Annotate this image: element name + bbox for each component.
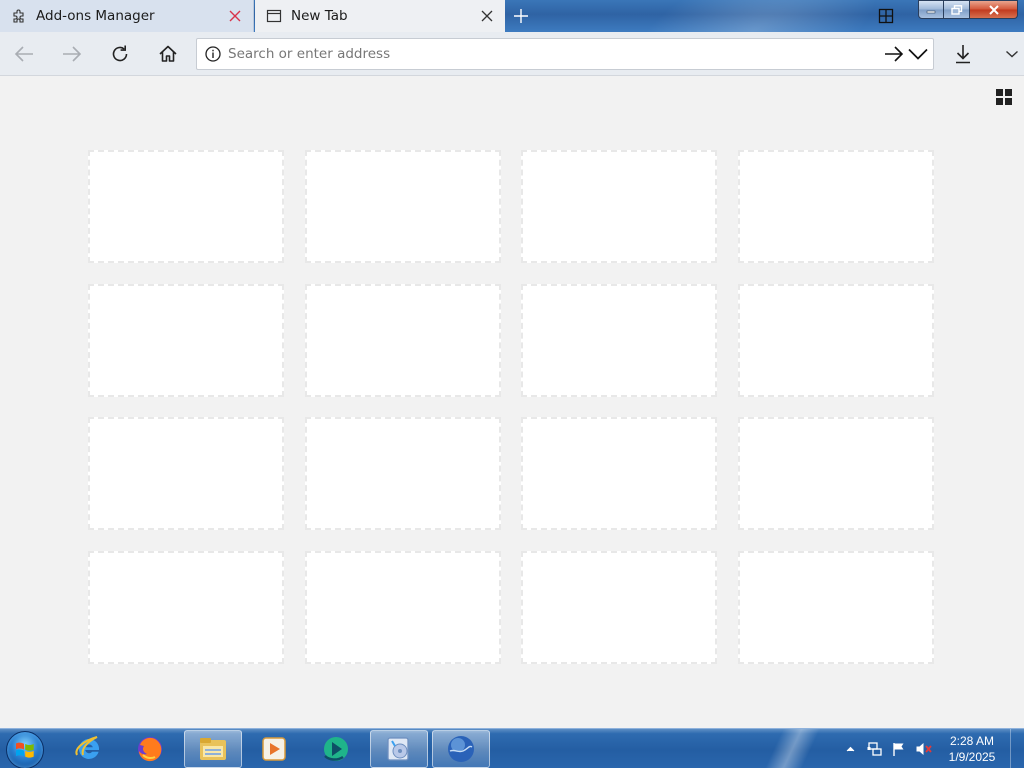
close-window-button[interactable] <box>970 0 1018 19</box>
info-icon[interactable] <box>204 45 222 63</box>
top-site-tile[interactable] <box>521 551 717 664</box>
chevron-down-icon <box>1006 50 1018 58</box>
start-button[interactable] <box>6 731 44 768</box>
media-player-icon <box>262 737 286 761</box>
show-hidden-icons-button[interactable] <box>843 729 857 768</box>
firefox-icon <box>138 737 162 762</box>
taskbar-file-explorer[interactable] <box>184 730 242 768</box>
tab-label: New Tab <box>291 8 348 24</box>
top-site-tile[interactable] <box>88 417 284 530</box>
top-site-tile[interactable] <box>88 150 284 263</box>
top-site-tile[interactable] <box>305 417 501 530</box>
home-icon <box>159 45 177 62</box>
plus-icon <box>514 9 528 23</box>
flag-icon <box>893 743 904 756</box>
taskbar-browser[interactable] <box>432 730 490 768</box>
close-icon[interactable] <box>478 7 496 25</box>
taskbar-internet-explorer[interactable] <box>60 730 118 768</box>
tray-network[interactable] <box>865 729 885 768</box>
page-icon <box>266 8 282 24</box>
top-site-tile[interactable] <box>305 150 501 263</box>
grid-view-toggle-icon[interactable] <box>996 89 1012 105</box>
arrow-right-icon <box>885 46 904 62</box>
internet-explorer-icon <box>75 736 100 759</box>
top-site-tile[interactable] <box>521 417 717 530</box>
forward-button[interactable] <box>58 40 86 68</box>
tab-label: Add-ons Manager <box>36 8 155 24</box>
address-bar[interactable] <box>196 38 934 70</box>
tray-volume[interactable] <box>913 729 935 768</box>
taskbar-media-player[interactable] <box>245 730 303 768</box>
back-button[interactable] <box>10 40 38 68</box>
top-site-tile[interactable] <box>521 150 717 263</box>
top-site-tile[interactable] <box>738 284 934 397</box>
taskbar-green-app[interactable] <box>307 730 365 768</box>
new-tab-button[interactable] <box>510 5 532 27</box>
clock-time: 2:28 AM <box>949 734 995 748</box>
reload-icon <box>112 45 128 62</box>
window-controls <box>918 0 1018 20</box>
navigation-toolbar <box>0 32 1024 76</box>
menu-button[interactable] <box>998 40 1024 68</box>
title-bar: Add-ons Manager New Tab <box>0 0 1024 32</box>
top-site-tile[interactable] <box>521 284 717 397</box>
downloads-button[interactable] <box>949 40 977 68</box>
arrow-left-icon <box>14 46 33 62</box>
chevron-up-icon <box>846 746 854 752</box>
show-desktop-button[interactable] <box>1010 729 1024 768</box>
green-app-icon <box>324 737 348 761</box>
taskbar-media-center[interactable] <box>370 730 428 768</box>
top-site-tile[interactable] <box>305 551 501 664</box>
restore-icon <box>950 4 962 15</box>
tray-action-center[interactable] <box>889 729 909 768</box>
top-site-tile[interactable] <box>88 551 284 664</box>
top-site-tile[interactable] <box>738 417 934 530</box>
history-dropdown-button[interactable] <box>907 41 929 67</box>
top-site-tile[interactable] <box>738 150 934 263</box>
system-clock[interactable]: 2:28 AM 1/9/2025 <box>940 733 1004 765</box>
file-explorer-icon <box>200 738 226 760</box>
browser-globe-icon <box>448 736 474 762</box>
network-icon <box>867 742 882 756</box>
home-button[interactable] <box>154 40 182 68</box>
minimize-icon <box>926 10 936 13</box>
close-icon[interactable] <box>226 7 244 25</box>
grid-icon <box>878 8 894 24</box>
download-icon <box>956 45 970 64</box>
top-site-tile[interactable] <box>305 284 501 397</box>
arrow-right-icon <box>63 46 82 62</box>
tab-addons-manager[interactable]: Add-ons Manager <box>0 0 254 32</box>
top-site-tile[interactable] <box>88 284 284 397</box>
chevron-down-icon <box>908 48 928 60</box>
windows-logo-icon <box>16 742 34 758</box>
reload-button[interactable] <box>106 40 134 68</box>
volume-muted-icon <box>916 743 932 755</box>
clock-date: 1/9/2025 <box>948 750 996 764</box>
go-button[interactable] <box>883 41 905 67</box>
tab-overview-button[interactable] <box>877 7 895 25</box>
new-tab-page <box>0 77 1024 728</box>
address-input[interactable] <box>226 41 883 67</box>
restore-button[interactable] <box>944 0 970 19</box>
puzzle-icon <box>11 8 27 24</box>
taskbar-firefox[interactable] <box>121 730 179 768</box>
taskbar: 2:28 AM 1/9/2025 <box>0 728 1024 768</box>
tab-new-tab[interactable]: New Tab <box>255 0 505 32</box>
top-site-tile[interactable] <box>738 551 934 664</box>
minimize-button[interactable] <box>918 0 944 19</box>
close-icon <box>988 4 999 15</box>
media-center-icon <box>387 737 409 761</box>
